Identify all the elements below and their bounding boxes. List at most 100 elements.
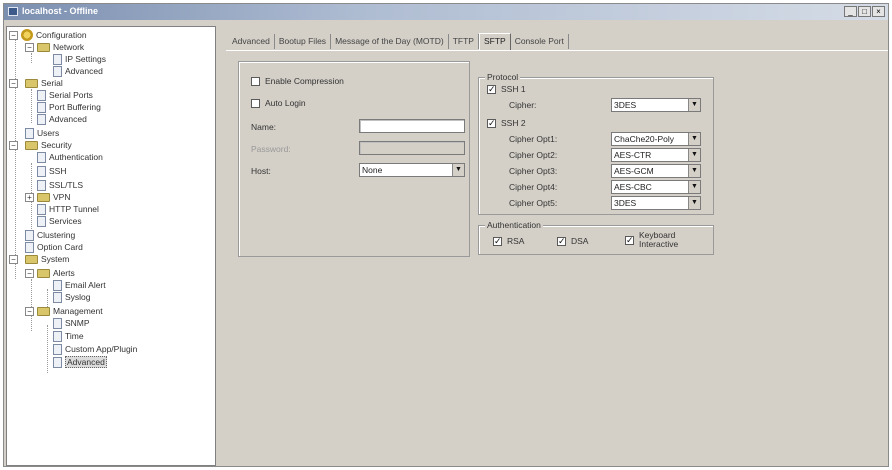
tree-option-card[interactable]: Option Card — [25, 241, 83, 253]
page-icon — [37, 101, 46, 113]
tree-network[interactable]: − Network — [25, 41, 84, 53]
cipher-opt5-select[interactable]: 3DES ▼ — [611, 196, 701, 210]
page-icon — [37, 179, 46, 191]
dropdown-arrow-icon[interactable]: ▼ — [452, 164, 464, 176]
collapse-icon[interactable]: − — [9, 254, 18, 264]
tree-security[interactable]: − Security — [9, 139, 72, 151]
expand-icon[interactable]: + — [25, 192, 34, 202]
dropdown-arrow-icon[interactable]: ▼ — [688, 99, 700, 111]
keyboard-interactive-checkbox[interactable]: ✓ Keyboard Interactive — [625, 231, 678, 249]
tree-ssl-tls[interactable]: SSL/TLS — [37, 179, 83, 191]
checkbox-box[interactable]: ✓ — [625, 235, 634, 245]
tree-custom-app[interactable]: Custom App/Plugin — [53, 343, 137, 355]
collapse-icon[interactable]: − — [25, 42, 34, 52]
collapse-icon[interactable]: − — [9, 30, 18, 40]
dsa-checkbox[interactable]: ✓ DSA — [557, 236, 588, 246]
page-icon — [53, 343, 62, 355]
collapse-icon[interactable]: − — [9, 78, 18, 88]
checkbox-box[interactable] — [251, 98, 260, 108]
tab-bootup-files[interactable]: Bootup Files — [275, 34, 332, 49]
tree-network-advanced[interactable]: Advanced — [53, 65, 103, 77]
page-icon — [53, 279, 62, 291]
folder-icon — [25, 78, 38, 88]
cipher-opt2-label: Cipher Opt2: — [509, 150, 558, 160]
cipher-opt5-value: 3DES — [614, 198, 637, 208]
password-input[interactable] — [359, 141, 465, 155]
cipher-opt4-select[interactable]: AES-CBC ▼ — [611, 180, 701, 194]
ssh2-checkbox[interactable]: ✓ SSH 2 — [487, 118, 526, 128]
tab-advanced[interactable]: Advanced — [228, 34, 275, 49]
page-icon — [37, 113, 46, 125]
minimize-button[interactable]: _ — [844, 6, 857, 17]
cipher-opt1-value: ChaChe20-Poly — [614, 134, 675, 144]
checkbox-box[interactable]: ✓ — [487, 118, 496, 128]
host-select[interactable]: None ▼ — [359, 163, 465, 177]
tree-serial[interactable]: − Serial — [9, 77, 63, 89]
app-icon — [8, 7, 18, 16]
tree-serial-ports[interactable]: Serial Ports — [37, 89, 93, 101]
folder-icon — [37, 192, 50, 202]
tree-services[interactable]: Services — [37, 215, 82, 227]
cipher-opt1-label: Cipher Opt1: — [509, 134, 558, 144]
collapse-icon[interactable]: − — [25, 268, 34, 278]
collapse-icon[interactable]: − — [9, 140, 18, 150]
page-icon — [37, 215, 46, 227]
cipher-opt2-select[interactable]: AES-CTR ▼ — [611, 148, 701, 162]
dropdown-arrow-icon[interactable]: ▼ — [688, 149, 700, 161]
tree-ip-settings[interactable]: IP Settings — [53, 53, 106, 65]
tree-snmp[interactable]: SNMP — [53, 317, 90, 329]
ssh1-checkbox[interactable]: ✓ SSH 1 — [487, 84, 526, 94]
cipher-opt3-select[interactable]: AES-GCM ▼ — [611, 164, 701, 178]
auto-login-checkbox[interactable]: Auto Login — [251, 98, 306, 108]
tree-authentication[interactable]: Authentication — [37, 151, 103, 163]
tree-vpn[interactable]: + VPN — [25, 191, 70, 203]
enable-compression-checkbox[interactable]: Enable Compression — [251, 76, 344, 86]
checkbox-box[interactable] — [251, 76, 260, 86]
tree-management[interactable]: − Management — [25, 305, 103, 317]
tab-sftp[interactable]: SFTP — [478, 33, 511, 50]
checkbox-box[interactable]: ✓ — [557, 236, 566, 246]
tree-time[interactable]: Time — [53, 330, 84, 342]
dropdown-arrow-icon[interactable]: ▼ — [688, 133, 700, 145]
tab-tftp[interactable]: TFTP — [449, 34, 479, 49]
page-icon — [37, 89, 46, 101]
tree-users[interactable]: Users — [25, 127, 59, 139]
checkbox-box[interactable]: ✓ — [487, 84, 496, 94]
page-icon — [25, 241, 34, 253]
folder-icon — [37, 268, 50, 278]
navigation-tree[interactable]: − Configuration − Network IP Settings Ad… — [6, 26, 216, 466]
tree-email-alert[interactable]: Email Alert — [53, 279, 106, 291]
collapse-icon[interactable]: − — [25, 306, 34, 316]
rsa-checkbox[interactable]: ✓ RSA — [493, 236, 524, 246]
tab-motd[interactable]: Message of the Day (MOTD) — [331, 34, 449, 49]
authentication-group: Authentication ✓ RSA ✓ DSA ✓ Keyboard In… — [478, 220, 714, 255]
tree-alerts[interactable]: − Alerts — [25, 267, 75, 279]
tree-ssh[interactable]: SSH — [37, 165, 66, 177]
tree-serial-advanced[interactable]: Advanced — [37, 113, 87, 125]
checkbox-box[interactable]: ✓ — [493, 236, 502, 246]
title-bar: localhost - Offline _ □ × — [4, 4, 888, 20]
cipher-select[interactable]: 3DES ▼ — [611, 98, 701, 112]
dropdown-arrow-icon[interactable]: ▼ — [688, 197, 700, 209]
tree-mgmt-advanced[interactable]: Advanced — [53, 356, 107, 368]
host-label: Host: — [251, 166, 271, 176]
tab-console-port[interactable]: Console Port — [511, 34, 569, 49]
tree-port-buffering[interactable]: Port Buffering — [37, 101, 101, 113]
dropdown-arrow-icon[interactable]: ▼ — [688, 181, 700, 193]
cipher-opt1-select[interactable]: ChaChe20-Poly ▼ — [611, 132, 701, 146]
tree-configuration[interactable]: − Configuration — [9, 29, 87, 41]
dropdown-arrow-icon[interactable]: ▼ — [688, 165, 700, 177]
folder-icon — [25, 254, 38, 264]
protocol-legend: Protocol — [485, 72, 521, 82]
folder-icon — [37, 306, 50, 316]
cipher-opt3-value: AES-GCM — [614, 166, 654, 176]
tree-clustering[interactable]: Clustering — [25, 229, 75, 241]
tree-http-tunnel[interactable]: HTTP Tunnel — [37, 203, 99, 215]
tree-system[interactable]: − System — [9, 253, 69, 265]
tree-syslog[interactable]: Syslog — [53, 291, 91, 303]
close-button[interactable]: × — [872, 6, 885, 17]
folder-icon — [37, 42, 50, 52]
maximize-button[interactable]: □ — [858, 6, 871, 17]
cipher-value: 3DES — [614, 100, 637, 110]
name-input[interactable] — [359, 119, 465, 133]
